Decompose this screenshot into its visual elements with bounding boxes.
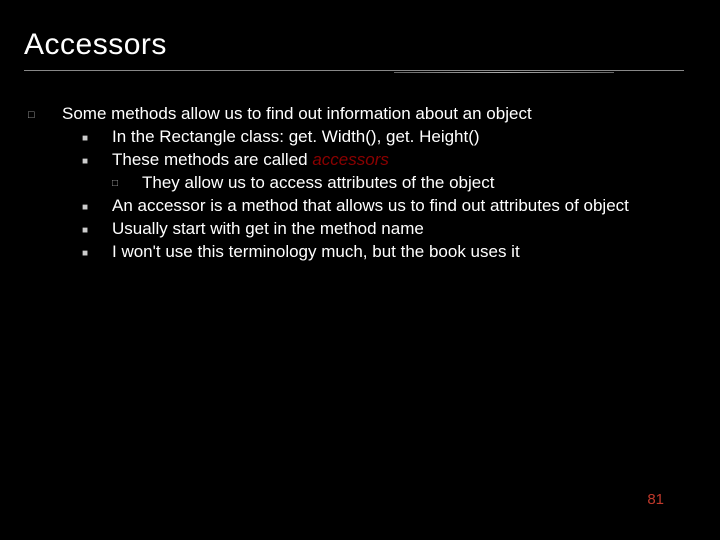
list-item: ■ These methods are called accessors [62,149,696,172]
list-item: □ They allow us to access attributes of … [62,172,696,195]
subsub-text: They allow us to access attributes of th… [142,172,696,195]
list-item: □ Some methods allow us to find out info… [28,103,696,264]
sub-text: These methods are called accessors [112,149,696,172]
sub-text: An accessor is a method that allows us t… [112,195,696,218]
sub-text: In the Rectangle class: get. Width(), ge… [112,126,696,149]
square-bullet-icon: ■ [82,126,112,149]
slide: Accessors □ Some methods allow us to fin… [0,0,720,540]
square-bullet-icon: ■ [82,241,112,264]
square-bullet-icon: ■ [82,149,112,172]
page-number: 81 [647,491,664,508]
slide-title: Accessors [24,28,696,62]
square-bullet-icon: ■ [82,195,112,218]
list-item: ■ An accessor is a method that allows us… [62,195,696,218]
list-body: Some methods allow us to find out inform… [62,103,696,264]
sub-text: I won't use this terminology much, but t… [112,241,696,264]
intro-text: Some methods allow us to find out inform… [62,103,696,126]
title-rule-accent [394,72,614,73]
title-area: Accessors [24,28,696,85]
list-item: ■ In the Rectangle class: get. Width(), … [62,126,696,149]
square-bullet-icon: ■ [82,218,112,241]
square-bullet-outline-icon: □ [28,103,62,264]
accent-word: accessors [312,150,389,169]
sub-text: Usually start with get in the method nam… [112,218,696,241]
content-area: □ Some methods allow us to find out info… [24,103,696,264]
sub-text-pre: These methods are called [112,150,312,169]
list-item: ■ I won't use this terminology much, but… [62,241,696,264]
square-bullet-outline-icon: □ [112,172,142,195]
title-rule [24,70,684,71]
list-item: ■ Usually start with get in the method n… [62,218,696,241]
